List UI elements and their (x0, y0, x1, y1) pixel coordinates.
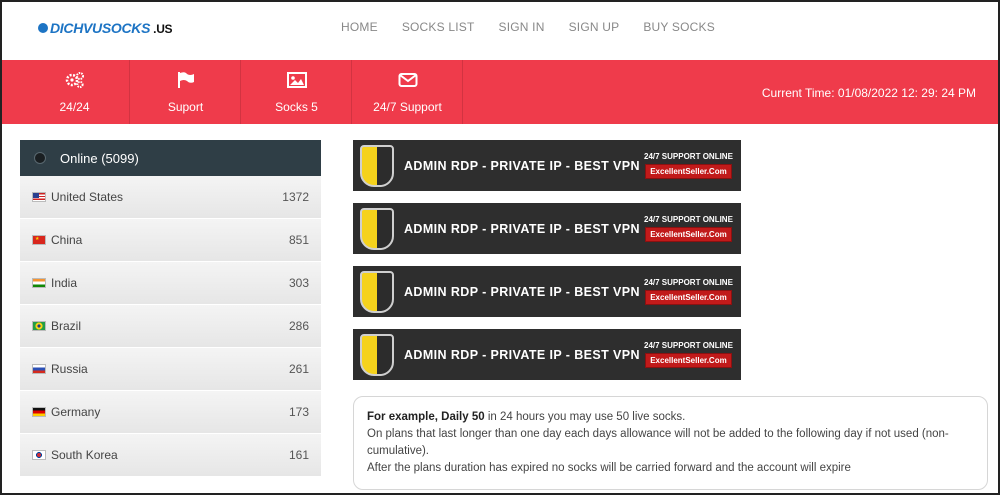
ad-title: ADMIN RDP - PRIVATE IP - BEST VPN (404, 347, 640, 362)
info-line-1: For example, Daily 50 in 24 hours you ma… (367, 411, 686, 423)
top-header: DICHVUSOCKS .US HOME SOCKS LIST SIGN IN S… (0, 0, 1000, 60)
ad-banner[interactable]: ADMIN RDP - PRIVATE IP - BEST VPN 24/7 S… (353, 203, 741, 254)
shield-icon (360, 333, 394, 376)
country-name: India (51, 276, 78, 290)
panel-title: Online (5099) (60, 150, 139, 166)
ad-title: ADMIN RDP - PRIVATE IP - BEST VPN (404, 158, 640, 173)
feature-24-24[interactable]: 24/24 (20, 60, 130, 124)
globe-icon (34, 152, 46, 164)
country-count: 173 (288, 405, 309, 419)
country-name: Germany (51, 405, 101, 419)
logo-text: DICHVUSOCKS .US (50, 20, 173, 36)
ad-support-text: 24/7 SUPPORT ONLINE (644, 215, 733, 224)
shield-icon (360, 144, 394, 187)
info-line-2: On plans that last longer than one day e… (367, 428, 949, 457)
ad-banner[interactable]: ADMIN RDP - PRIVATE IP - BEST VPN 24/7 S… (353, 140, 741, 191)
feature-socks-5[interactable]: Socks 5 (242, 60, 352, 124)
current-time: Current Time: 01/08/2022 12: 29: 24 PM (761, 86, 976, 100)
country-name: China (51, 233, 83, 247)
nav-socks-list[interactable]: SOCKS LIST (402, 20, 475, 34)
country-row-kr[interactable]: South Korea 161 (20, 434, 321, 477)
panel-header: Online (5099) (20, 140, 321, 176)
country-name: Russia (51, 362, 88, 376)
ad-support-text: 24/7 SUPPORT ONLINE (644, 152, 733, 161)
feature-24-7-support[interactable]: 24/7 Support (353, 60, 463, 124)
ad-seller-badge: ExcellentSeller.Com (645, 164, 732, 179)
logo-mark-icon (38, 23, 48, 33)
main-nav: HOME SOCKS LIST SIGN IN SIGN UP BUY SOCK… (341, 20, 739, 34)
country-row-cn[interactable]: ★ China 851 (20, 219, 321, 262)
plan-info-box: For example, Daily 50 in 24 hours you ma… (353, 396, 988, 490)
ad-banner[interactable]: ADMIN RDP - PRIVATE IP - BEST VPN 24/7 S… (353, 266, 741, 317)
envelope-icon (398, 71, 418, 92)
ad-support-text: 24/7 SUPPORT ONLINE (644, 341, 733, 350)
country-count: 851 (288, 233, 309, 247)
country-row-de[interactable]: Germany 173 (20, 391, 321, 434)
ad-banner[interactable]: ADMIN RDP - PRIVATE IP - BEST VPN 24/7 S… (353, 329, 741, 380)
country-row-us[interactable]: United States 1372 (20, 176, 321, 219)
ru-flag-icon (32, 364, 46, 374)
online-countries-panel: Online (5099) United States 1372 ★ China… (20, 140, 321, 477)
nav-sign-up[interactable]: SIGN UP (569, 20, 620, 34)
cn-flag-icon: ★ (32, 235, 46, 245)
flag-icon (176, 71, 196, 92)
site-logo[interactable]: DICHVUSOCKS .US (38, 14, 173, 42)
ad-title: ADMIN RDP - PRIVATE IP - BEST VPN (404, 284, 640, 299)
ad-support-text: 24/7 SUPPORT ONLINE (644, 278, 733, 287)
country-row-br[interactable]: Brazil 286 (20, 305, 321, 348)
br-flag-icon (32, 321, 46, 331)
shield-icon (360, 270, 394, 313)
country-count: 1372 (282, 190, 309, 204)
us-flag-icon (32, 192, 46, 202)
info-line-3: After the plans duration has expired no … (367, 462, 851, 474)
ad-title: ADMIN RDP - PRIVATE IP - BEST VPN (404, 221, 640, 236)
feature-label: 24/24 (59, 99, 90, 114)
feature-label: Suport (167, 99, 204, 114)
country-count: 261 (288, 362, 309, 376)
country-count: 161 (288, 448, 309, 462)
image-icon (286, 71, 307, 92)
country-row-ru[interactable]: Russia 261 (20, 348, 321, 391)
country-count: 303 (288, 276, 309, 290)
ad-seller-badge: ExcellentSeller.Com (645, 290, 732, 305)
shield-icon (360, 207, 394, 250)
gears-icon (65, 71, 85, 92)
ad-seller-badge: ExcellentSeller.Com (645, 227, 732, 242)
country-count: 286 (288, 319, 309, 333)
country-name: Brazil (51, 319, 82, 333)
feature-band: 24/24 Suport Socks 5 24/7 Support Curren… (0, 60, 1000, 124)
nav-home[interactable]: HOME (341, 20, 378, 34)
feature-label: 24/7 Support (373, 99, 442, 114)
in-flag-icon (32, 278, 46, 288)
kr-flag-icon (32, 450, 46, 460)
country-name: United States (51, 190, 124, 204)
ad-seller-badge: ExcellentSeller.Com (645, 353, 732, 368)
country-row-in[interactable]: India 303 (20, 262, 321, 305)
de-flag-icon (32, 407, 46, 417)
nav-buy-socks[interactable]: BUY SOCKS (643, 20, 715, 34)
feature-suport[interactable]: Suport (131, 60, 241, 124)
nav-sign-in[interactable]: SIGN IN (499, 20, 545, 34)
feature-label: Socks 5 (275, 99, 318, 114)
country-name: South Korea (51, 448, 118, 462)
